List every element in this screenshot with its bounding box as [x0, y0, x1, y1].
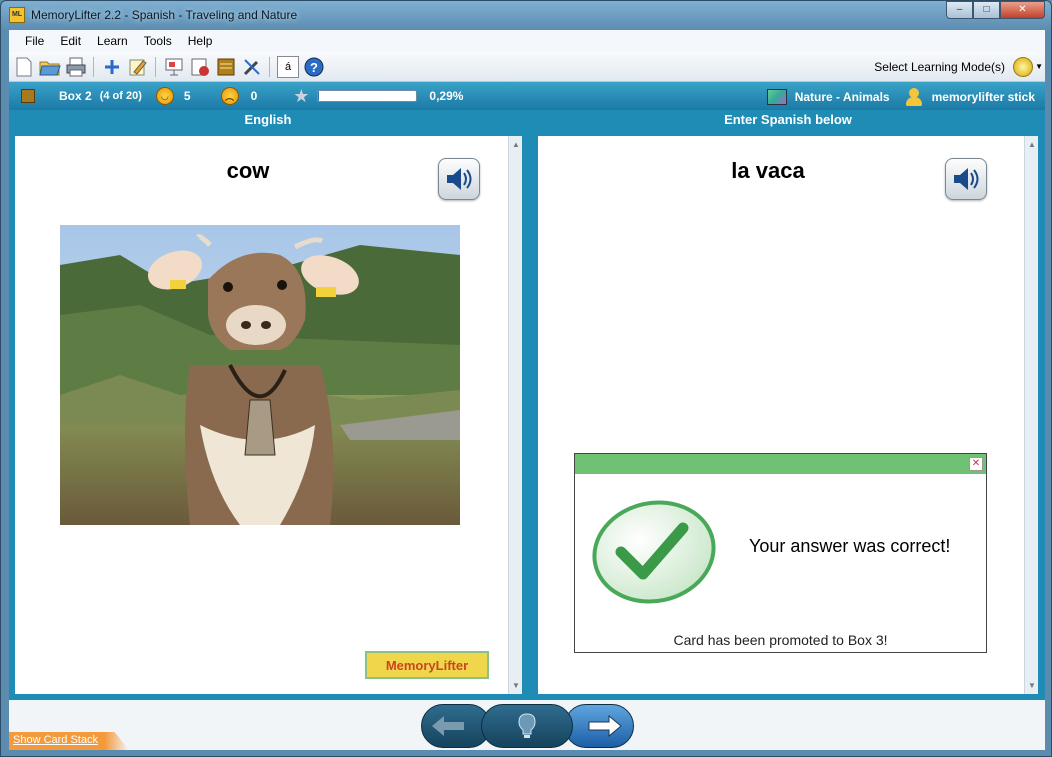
show-card-stack-link[interactable]: Show Card Stack [13, 734, 98, 746]
answer-scrollbar[interactable]: ▲ ▼ [1024, 136, 1038, 694]
question-word: cow [226, 158, 270, 183]
hint-button[interactable] [481, 704, 573, 748]
show-card-stack[interactable]: Show Card Stack [9, 732, 129, 750]
tools-icon[interactable] [241, 56, 263, 78]
current-box: Box 2 [59, 89, 92, 103]
promotion-message: Card has been promoted to Box 3! [673, 632, 888, 648]
user-icon [905, 88, 922, 106]
menu-learn[interactable]: Learn [89, 34, 136, 48]
svg-text:?: ? [310, 60, 318, 75]
question-scrollbar[interactable]: ▲ ▼ [508, 136, 522, 694]
answer-word: la vaca [731, 158, 805, 183]
wrong-smiley-icon: ︵ [220, 87, 239, 105]
question-language-heading: English [244, 112, 292, 127]
scroll-down-icon[interactable]: ▼ [512, 681, 520, 690]
status-right: Nature - Animals memorylifter stick [766, 88, 1035, 106]
result-dialog: ✕ Your answer was correct! Card has been… [574, 453, 987, 653]
box-icon [21, 89, 35, 103]
arrow-left-icon [432, 716, 464, 736]
print-icon[interactable] [65, 56, 87, 78]
menu-file[interactable]: File [9, 34, 52, 48]
toolbar: á ? Select Learning Mode(s) ▼ [9, 52, 1045, 82]
new-icon[interactable] [13, 56, 35, 78]
chapter-cards-icon [766, 89, 787, 105]
arrow-right-icon [588, 714, 622, 738]
memorylifter-logo: MemoryLifter [365, 651, 489, 679]
answer-speaker-icon[interactable] [945, 158, 987, 200]
title-bar: ML MemoryLifter 2.2 - Spanish - Travelin… [1, 1, 1051, 29]
character-glyph: á [284, 60, 292, 73]
wrong-count: 0 [250, 89, 258, 103]
learning-mode-label[interactable]: Select Learning Mode(s) [874, 60, 1005, 74]
close-button[interactable]: ✕ [1000, 1, 1045, 19]
menu-help[interactable]: Help [180, 34, 221, 48]
statistics-icon[interactable] [189, 56, 211, 78]
answer-language-heading: Enter Spanish below [724, 112, 852, 127]
dialog-close-button[interactable]: ✕ [969, 457, 983, 471]
toolbar-separator [269, 56, 270, 77]
window-controls: – □ ✕ [946, 1, 1045, 19]
window-title: MemoryLifter 2.2 - Spanish - Traveling a… [31, 8, 298, 22]
correct-count: 5 [183, 89, 191, 103]
chapter-name[interactable]: Nature - Animals [795, 90, 890, 104]
lightbulb-icon [518, 713, 536, 738]
app-window: ML MemoryLifter 2.2 - Spanish - Travelin… [0, 0, 1052, 757]
dialog-title-bar: ✕ [575, 454, 986, 474]
help-icon[interactable]: ? [303, 56, 325, 78]
menu-edit[interactable]: Edit [52, 34, 89, 48]
learning-status-bar: Box 2 (4 of 20) ◡ 5 ︵ 0 ★ 0,29% Nature -… [9, 82, 1045, 110]
chevron-down-icon[interactable]: ▼ [1035, 62, 1043, 71]
character-icon[interactable]: á [277, 55, 299, 78]
checkmark-icon [591, 500, 717, 604]
next-button[interactable] [564, 704, 634, 748]
question-speaker-icon[interactable] [438, 158, 480, 200]
correct-smiley-icon: ◡ [155, 87, 174, 105]
app-icon: ML [9, 7, 25, 23]
minimize-button[interactable]: – [946, 1, 973, 19]
menu-bar: File Edit Learn Tools Help [9, 30, 1045, 52]
scroll-up-icon[interactable]: ▲ [512, 140, 520, 149]
user-name[interactable]: memorylifter stick [932, 90, 1035, 104]
cow-photo [60, 225, 460, 525]
presentation-icon[interactable] [163, 56, 185, 78]
toolbar-separator [93, 56, 94, 77]
box-icon[interactable] [215, 56, 237, 78]
answer-correct-message: Your answer was correct! [749, 536, 951, 556]
progress-label: 0,29% [429, 89, 464, 103]
progress-bar [317, 90, 418, 102]
add-icon[interactable] [101, 56, 123, 78]
star-icon: ★ [293, 85, 310, 106]
open-icon[interactable] [39, 56, 61, 78]
edit-icon[interactable] [127, 56, 149, 78]
menu-tools[interactable]: Tools [136, 34, 180, 48]
scroll-up-icon[interactable]: ▲ [1028, 140, 1036, 149]
toolbar-separator [155, 56, 156, 77]
box-count: (4 of 20) [99, 90, 142, 102]
scroll-down-icon[interactable]: ▼ [1028, 681, 1036, 690]
learning-mode-gear-icon[interactable] [1013, 57, 1033, 77]
maximize-button[interactable]: □ [973, 1, 1000, 19]
